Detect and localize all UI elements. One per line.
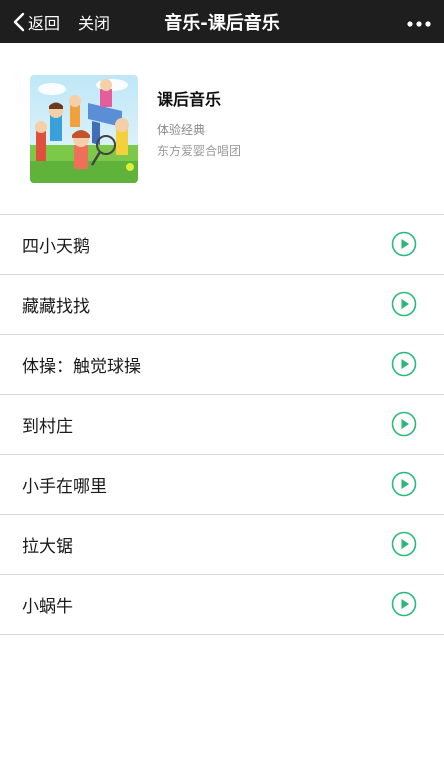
track-row[interactable]: 四小天鹅 bbox=[0, 215, 444, 275]
album-subtitle: 体验经典 bbox=[157, 123, 206, 137]
track-name: 到村庄 bbox=[22, 417, 73, 437]
play-icon[interactable] bbox=[391, 471, 417, 497]
page-title: 音乐-课后音乐 bbox=[164, 12, 280, 34]
close-button[interactable]: 关闭 bbox=[78, 0, 110, 43]
track-row[interactable]: 拉大锯 bbox=[0, 515, 444, 575]
track-row[interactable]: 体操：触觉球操 bbox=[0, 335, 444, 395]
play-icon[interactable] bbox=[391, 531, 417, 557]
track-row[interactable]: 到村庄 bbox=[0, 395, 444, 455]
track-name: 小手在哪里 bbox=[22, 477, 107, 497]
track-row[interactable]: 小手在哪里 bbox=[0, 455, 444, 515]
top-navbar: 返回 关闭 音乐-课后音乐 bbox=[0, 0, 444, 43]
track-row[interactable]: 藏藏找找 bbox=[0, 275, 444, 335]
play-icon[interactable] bbox=[391, 591, 417, 617]
track-name: 小蜗牛 bbox=[22, 597, 73, 617]
track-row[interactable]: 小蜗牛 bbox=[0, 575, 444, 635]
play-icon[interactable] bbox=[391, 411, 417, 437]
chevron-left-icon bbox=[12, 11, 26, 33]
play-icon[interactable] bbox=[391, 291, 417, 317]
play-icon[interactable] bbox=[391, 351, 417, 377]
track-name: 藏藏找找 bbox=[22, 297, 90, 317]
album-header: 课后音乐 体验经典 东方爱婴合唱团 bbox=[0, 43, 444, 215]
kids-playing-illustration-icon bbox=[30, 75, 138, 183]
track-name: 拉大锯 bbox=[22, 537, 73, 557]
album-artist: 东方爱婴合唱团 bbox=[157, 144, 242, 158]
play-icon[interactable] bbox=[391, 231, 417, 257]
album-title: 课后音乐 bbox=[157, 90, 222, 109]
back-button[interactable]: 返回 bbox=[12, 0, 60, 43]
more-options-button[interactable] bbox=[404, 0, 434, 43]
track-name: 四小天鹅 bbox=[22, 237, 90, 257]
album-cover bbox=[30, 75, 138, 183]
track-name: 体操：触觉球操 bbox=[22, 357, 141, 377]
more-dots-icon bbox=[407, 12, 431, 31]
back-label: 返回 bbox=[28, 13, 61, 33]
track-list: 四小天鹅 藏藏找找 体操：触觉球操 到村庄 小手在哪里 拉大锯 小蜗牛 bbox=[0, 215, 444, 635]
